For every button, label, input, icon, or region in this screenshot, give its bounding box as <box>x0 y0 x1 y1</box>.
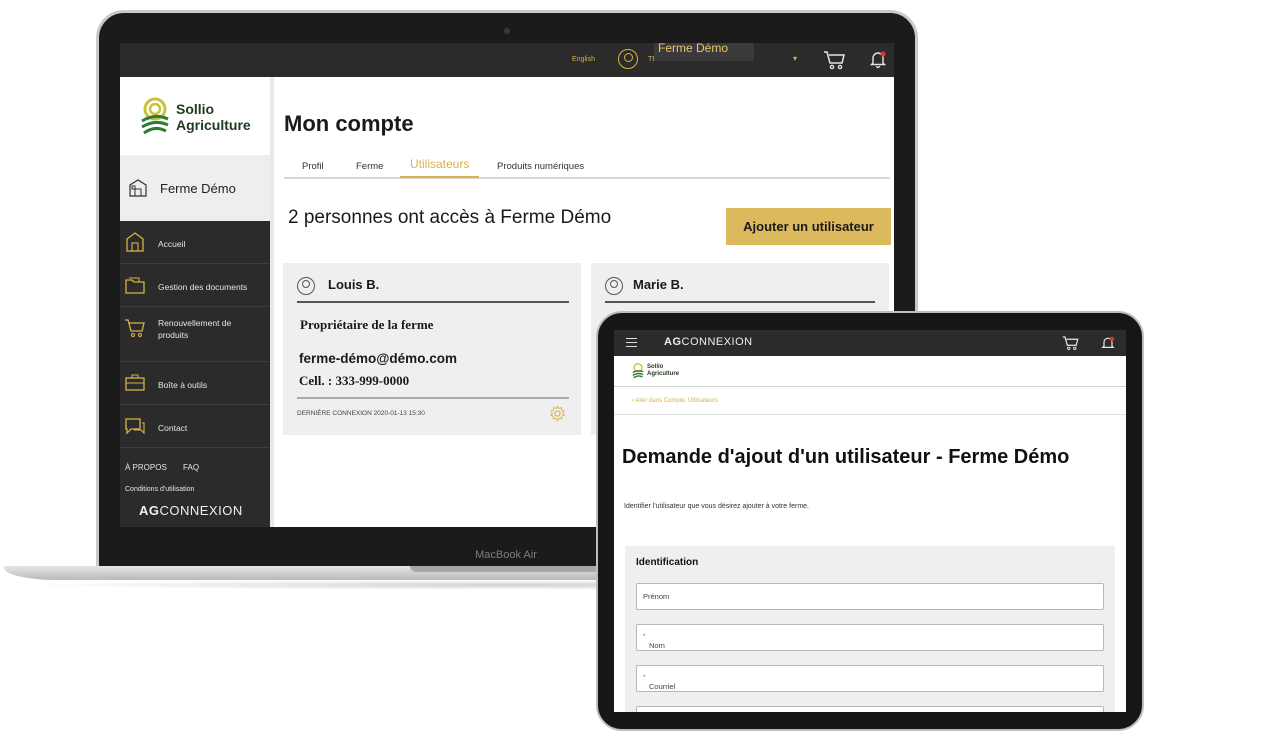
user-name: Louis B. <box>328 277 380 292</box>
back-link[interactable]: ‹ Aller dans Compte: Utilisateurs <box>632 398 718 404</box>
sollio-logo-text: Sollio Agriculture <box>647 364 707 378</box>
gear-icon[interactable] <box>549 405 566 422</box>
field-label: Nom * <box>643 633 665 650</box>
sidebar-item-label: Gestion des documents <box>158 282 248 292</box>
bell-icon[interactable] <box>868 49 888 69</box>
laptop-model-label: MacBook Air <box>475 549 537 561</box>
form-section-title: Identification <box>636 557 699 568</box>
brand-connexion: CONNEXION <box>681 336 753 348</box>
agconnexion-logo: AGCONNEXION <box>664 336 753 348</box>
logo-line-2: Agriculture <box>647 371 680 377</box>
sollio-logo-text: Sollio Agriculture <box>176 101 251 133</box>
tablet-top-bar: AGCONNEXION <box>614 330 1126 356</box>
agconnexion-logo: AGCONNEXION <box>139 503 243 518</box>
barn-icon <box>129 179 147 197</box>
sollio-logo-icon <box>141 97 169 135</box>
user-phone: Cell. : 333-999-0000 <box>299 373 410 388</box>
logo-line-1: Sollio <box>647 364 664 370</box>
sollio-logo-icon <box>632 363 644 379</box>
last-name-field[interactable]: Nom * <box>636 624 1104 651</box>
user-avatar-icon <box>605 277 623 295</box>
tab-ferme[interactable]: Ferme <box>356 161 383 172</box>
first-name-field[interactable]: Prénom <box>636 583 1104 610</box>
farm-selector[interactable]: Ferme Démo <box>654 43 754 61</box>
field-label-text: Nom <box>649 641 665 650</box>
laptop-camera <box>504 28 510 34</box>
page-title: Demande d'ajout d'un utilisateur - Ferme… <box>622 446 1070 468</box>
user-avatar-icon <box>297 277 315 295</box>
tab-produits-numeriques[interactable]: Produits numériques <box>497 161 584 172</box>
sidebar-item-accueil[interactable]: Accueil <box>120 221 270 264</box>
terms-link[interactable]: Conditions d'utilisation <box>125 486 194 493</box>
tablet-screen: AGCONNEXION Sollio Agriculture ‹ Aller d… <box>614 330 1126 712</box>
top-bar: English TE Ferme Démo ▾ <box>120 43 894 77</box>
about-link[interactable]: À PROPOS <box>125 463 167 472</box>
footer-links: À PROPOS FAQ <box>125 463 213 472</box>
device-mockup: MacBook Air English TE Ferme Démo ▾ Soll… <box>0 0 1280 740</box>
divider <box>614 414 1126 415</box>
current-farm[interactable]: Ferme Démo <box>120 155 270 221</box>
account-tabs: Profil Ferme Utilisateurs Produits numér… <box>284 155 890 179</box>
logo-line-2: Agriculture <box>176 117 251 133</box>
user-role: Propriétaire de la ferme <box>300 317 434 332</box>
sidebar-item-label: Boîte à outils <box>158 380 208 390</box>
user-email: ferme-démo@démo.com <box>299 351 457 366</box>
brand-connexion: CONNEXION <box>159 503 243 518</box>
sidebar-item-documents[interactable]: Gestion des documents <box>120 264 270 307</box>
user-name: Marie B. <box>633 277 684 292</box>
sidebar-item-label: Accueil <box>158 239 186 249</box>
home-barn-icon <box>126 232 144 252</box>
sidebar-item-label: Renouvellement de produits <box>158 318 232 340</box>
required-mark: * <box>643 674 646 681</box>
add-user-button[interactable]: Ajouter un utilisateur <box>726 208 891 245</box>
notification-dot <box>880 51 886 57</box>
bell-icon[interactable] <box>1100 335 1116 351</box>
brand-ag: AG <box>139 503 160 518</box>
field-label-text: Courriel <box>649 682 676 691</box>
sidebar-item-contact[interactable]: Contact <box>120 405 270 448</box>
sidebar-item-label: Contact <box>158 423 188 433</box>
menu-icon[interactable] <box>626 338 637 347</box>
divider <box>614 386 1126 387</box>
user-icon[interactable] <box>618 49 638 69</box>
chevron-down-icon[interactable]: ▾ <box>793 54 797 63</box>
access-count-text: 2 personnes ont accès à Ferme Démo <box>288 207 612 228</box>
notification-dot <box>1109 336 1115 342</box>
logo-line-1: Sollio <box>176 101 215 117</box>
user-card: Louis B. Propriétaire de la ferme ferme-… <box>283 263 581 435</box>
faq-link[interactable]: FAQ <box>183 463 199 472</box>
sollio-logo[interactable]: Sollio Agriculture <box>120 77 270 155</box>
cart-icon[interactable] <box>823 50 847 70</box>
next-field[interactable] <box>636 706 1104 712</box>
cart-icon <box>125 319 145 338</box>
divider <box>297 397 569 399</box>
tab-utilisateurs[interactable]: Utilisateurs <box>400 157 480 178</box>
language-link[interactable]: English <box>572 56 595 63</box>
page-title: Mon compte <box>284 111 414 136</box>
current-farm-name: Ferme Démo <box>160 181 236 196</box>
chat-icon <box>125 418 145 435</box>
cart-icon[interactable] <box>1062 335 1080 351</box>
back-link-label: Aller dans Compte: Utilisateurs <box>635 398 718 404</box>
sidebar: Sollio Agriculture Ferme Démo Accueil Ge… <box>120 77 270 527</box>
field-label: Courriel * <box>643 674 675 691</box>
tab-profil[interactable]: Profil <box>302 161 324 172</box>
page-subtitle: Identifier l'utilisateur que vous désire… <box>624 503 809 510</box>
folder-icon <box>125 277 145 294</box>
sidebar-item-renouvellement[interactable]: Renouvellement de produits <box>120 307 270 362</box>
identification-form: Identification Prénom Nom * Courriel * <box>625 546 1115 712</box>
brand-ag: AG <box>664 336 682 348</box>
sidebar-item-boite-outils[interactable]: Boîte à outils <box>120 362 270 405</box>
last-login: DERNIÈRE CONNEXION 2020-01-13 15:30 <box>297 410 425 417</box>
divider <box>297 301 569 303</box>
email-field[interactable]: Courriel * <box>636 665 1104 692</box>
toolbox-icon <box>125 374 145 391</box>
field-label: Prénom <box>643 592 670 601</box>
divider <box>605 301 875 303</box>
laptop-notch <box>410 566 600 572</box>
required-mark: * <box>643 633 646 640</box>
